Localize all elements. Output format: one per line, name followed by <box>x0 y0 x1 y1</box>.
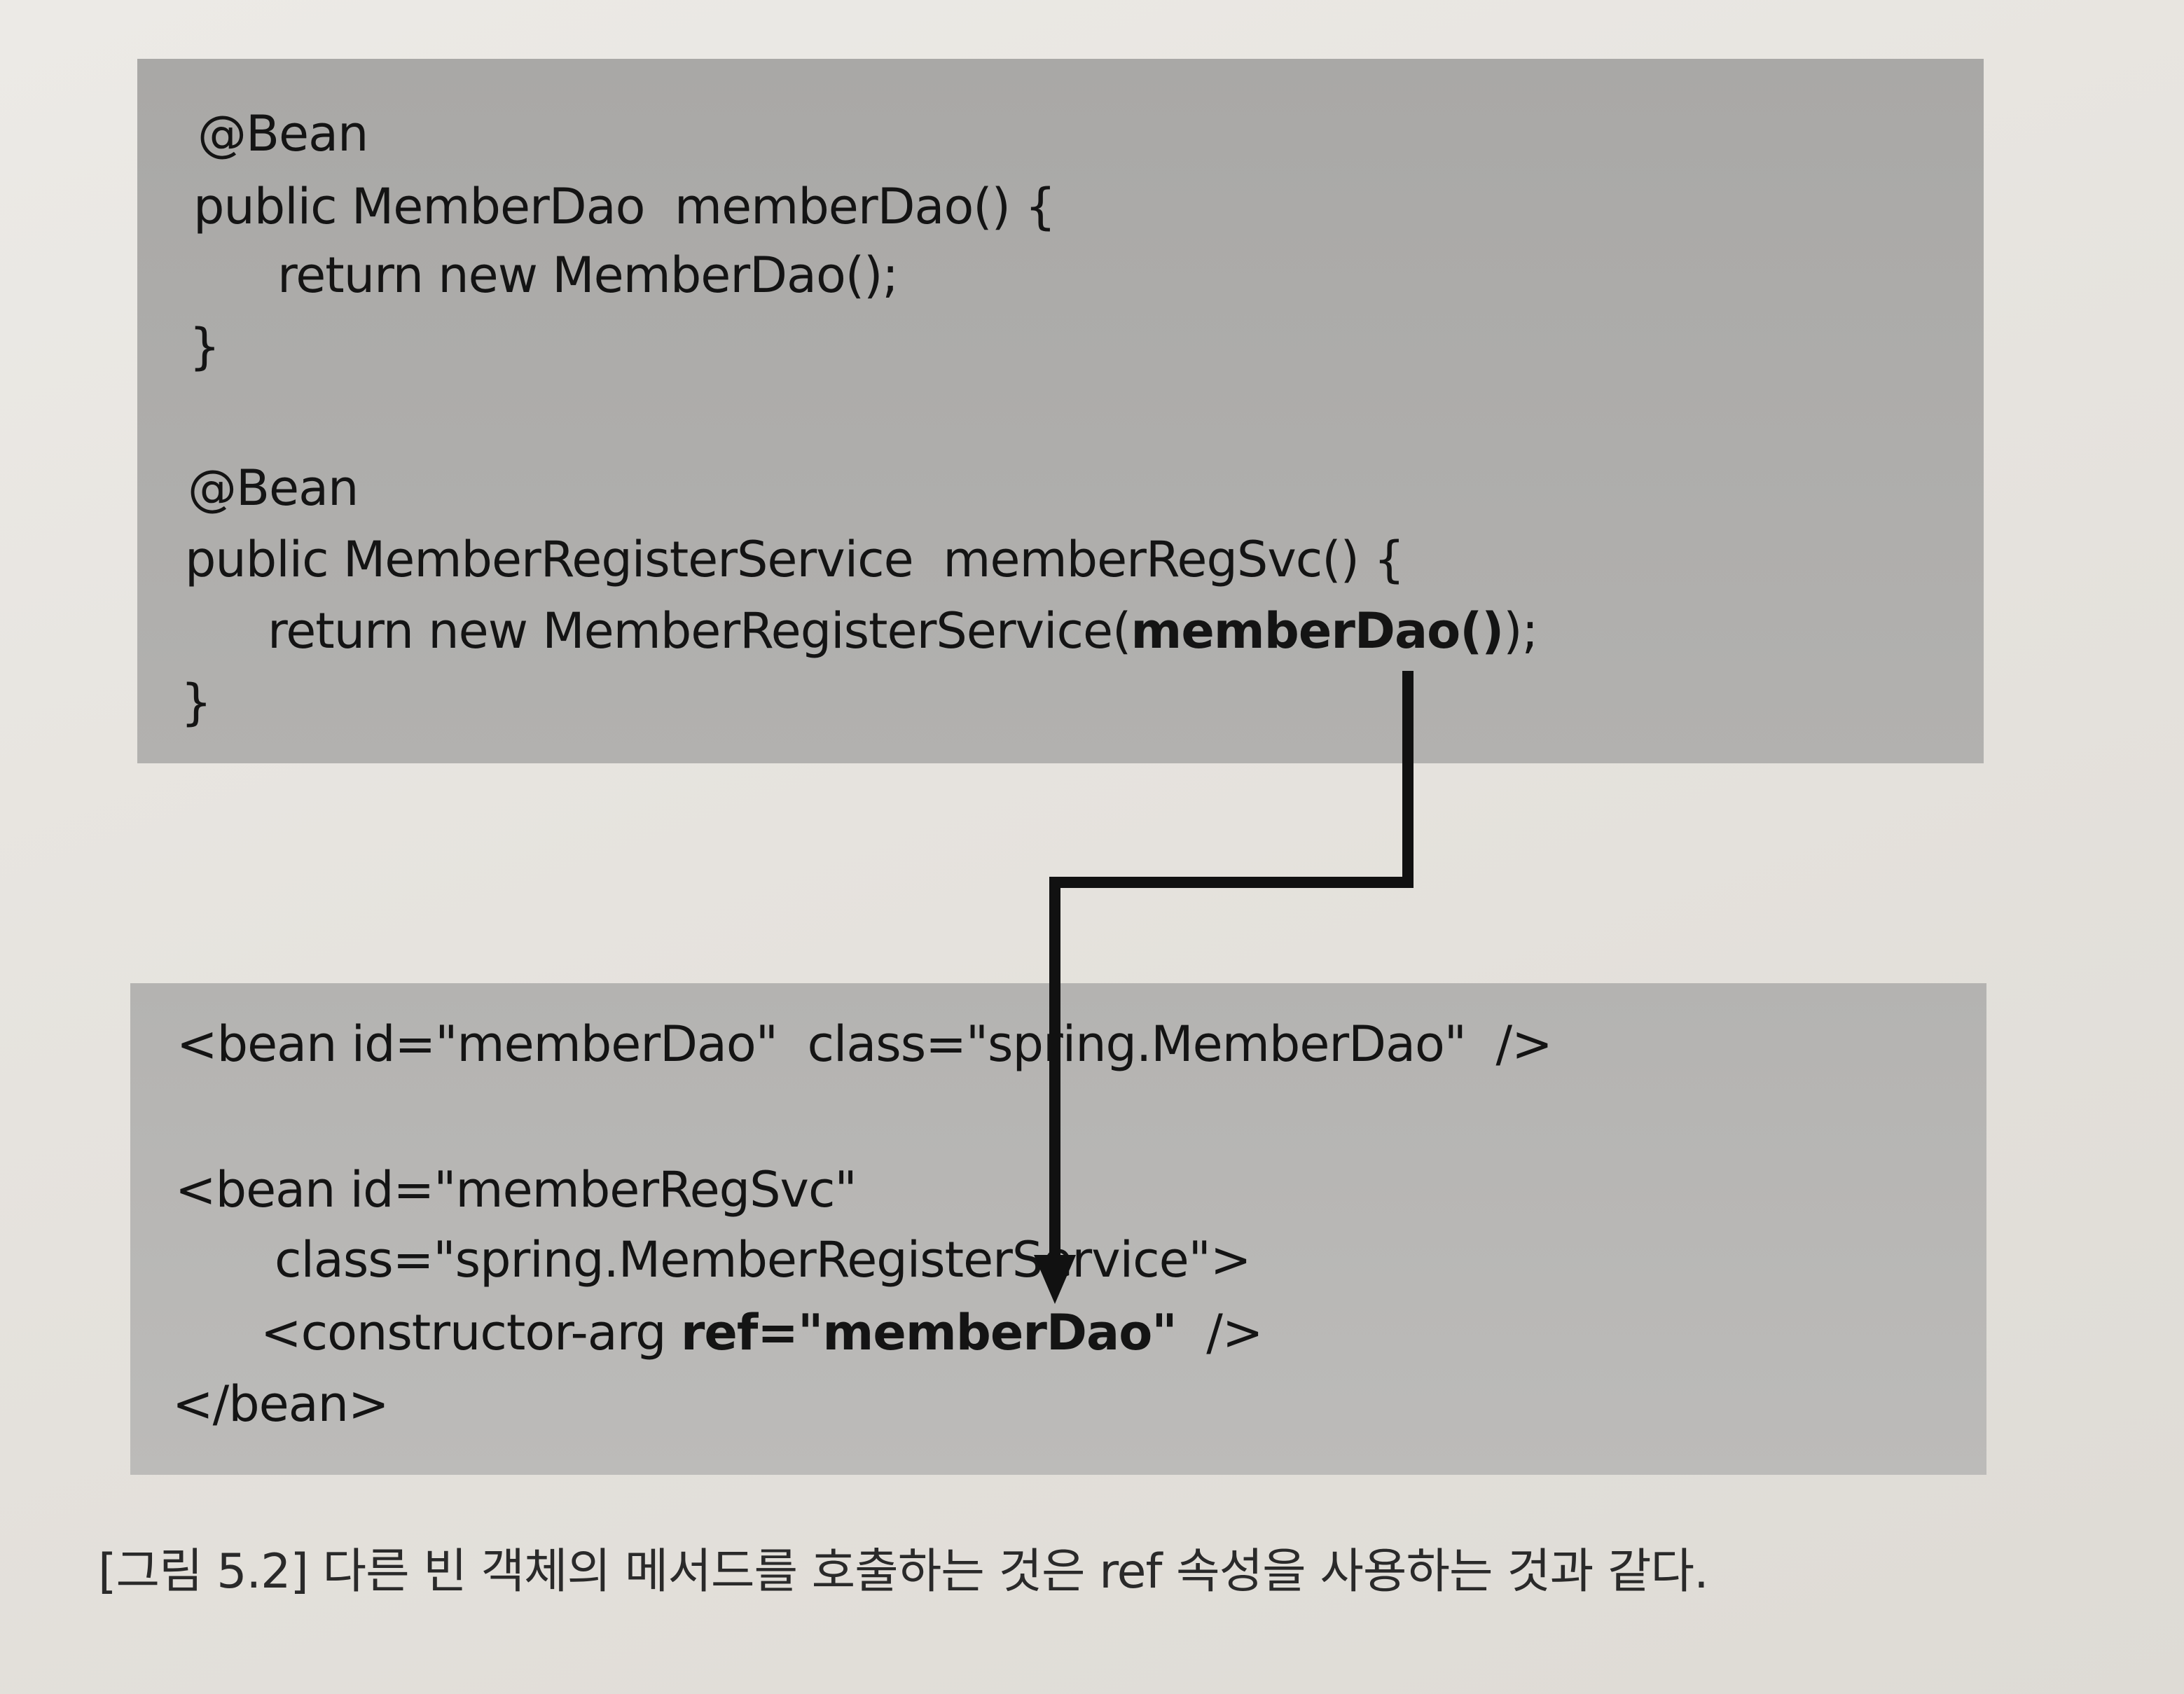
java-line-return-memberregisterservice: return new MemberRegisterService(memberD… <box>268 606 1538 655</box>
xml-line-memberregsvc-bean-open: <bean id="memberRegSvc" <box>175 1161 857 1219</box>
java-line-memberdao-method: public MemberDao memberDao() { <box>193 178 1056 235</box>
java-line-memberregsvc-method: public MemberRegisterService memberRegSv… <box>185 531 1405 588</box>
java-line-close-brace-1: } <box>189 318 221 375</box>
xml-constructor-arg-tag: <constructor-arg <box>261 1304 681 1361</box>
java-line-bean-annotation-1: @Bean <box>198 105 368 162</box>
xml-line-bean-close: </bean> <box>172 1375 389 1433</box>
xml-line-class-attribute: class="spring.MemberRegisterService"> <box>275 1231 1251 1289</box>
xml-line-memberdao-bean: <bean id="memberDao" class="spring.Membe… <box>177 1015 1553 1073</box>
book-page: @Bean public MemberDao memberDao() { ret… <box>0 0 2184 1694</box>
java-line-close-brace-2: } <box>181 674 212 731</box>
java-return-prefix: return new MemberRegisterService( <box>268 602 1131 660</box>
xml-constructor-arg-close: /> <box>1176 1304 1263 1361</box>
java-memberdao-call: memberDao() <box>1131 602 1504 660</box>
java-line-return-memberdao: return new MemberDao(); <box>277 247 899 304</box>
figure-caption: [그림 5.2] 다른 빈 객체의 메서드를 호출하는 것은 ref 속성을 사… <box>98 1544 1709 1599</box>
java-return-suffix: ); <box>1503 602 1538 660</box>
xml-line-constructor-arg: <constructor-arg ref="memberDao" /> <box>261 1308 1264 1357</box>
java-line-bean-annotation-2: @Bean <box>188 459 359 517</box>
xml-ref-attribute: ref="memberDao" <box>680 1304 1177 1361</box>
